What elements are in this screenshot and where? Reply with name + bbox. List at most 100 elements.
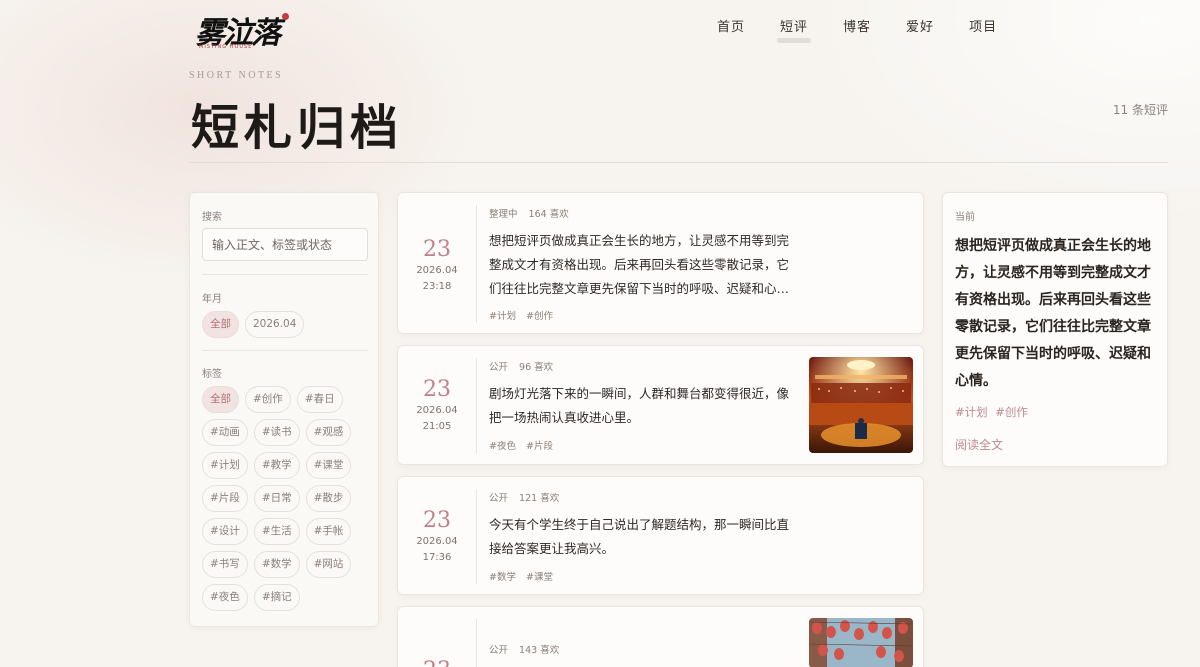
note-date: 23 bbox=[398, 659, 476, 667]
note-tag[interactable]: #创作 bbox=[526, 311, 553, 322]
tag-chip[interactable]: #春日 bbox=[296, 386, 343, 413]
search-input[interactable] bbox=[202, 228, 368, 261]
read-full-link[interactable]: 阅读全文 bbox=[955, 436, 1003, 453]
note-time: 23:18 bbox=[422, 281, 452, 292]
year-chip-all[interactable]: 全部 bbox=[202, 311, 239, 338]
page-title: 短札归档 bbox=[191, 100, 404, 156]
tag-chip[interactable]: #散步 bbox=[305, 485, 352, 512]
note-meta: 公开 121 喜欢 bbox=[489, 490, 567, 504]
page-eyebrow: SHORT NOTES bbox=[189, 70, 284, 81]
street-photo-image bbox=[809, 618, 913, 667]
note-date: 23 2026.04 23:18 bbox=[398, 237, 476, 293]
note-tags: #计划 #创作 bbox=[489, 308, 560, 322]
current-label: 当前 bbox=[955, 212, 975, 223]
tag-chip[interactable]: #设计 bbox=[202, 518, 248, 545]
note-likes: 164 喜欢 bbox=[528, 209, 569, 220]
year-label: 年月 bbox=[202, 294, 222, 305]
note-date: 23 2026.04 21:05 bbox=[398, 377, 476, 433]
note-tag[interactable]: #数学 bbox=[489, 572, 516, 583]
site-header: 雾泣落 MISTING HOUSE 首页 短评 博客 爱好 项目 bbox=[189, 0, 1168, 52]
tag-chip[interactable]: #教学 bbox=[253, 452, 300, 479]
main-nav: 首页 短评 博客 爱好 项目 bbox=[717, 16, 1032, 43]
note-text: 今天有个学生终于自己说出了解题结构，那一瞬间比直接给答案更让我高兴。 bbox=[489, 517, 790, 556]
current-tag[interactable]: #计划 bbox=[955, 405, 988, 419]
notes-count: 11 条短评 bbox=[1112, 103, 1168, 117]
note-date: 23 2026.04 17:36 bbox=[398, 508, 476, 564]
nav-blog[interactable]: 博客 bbox=[843, 16, 871, 43]
note-card[interactable]: 23 2026.04 21:05 公开 96 喜欢 剧场灯光落下来的一瞬间，人群… bbox=[397, 345, 924, 465]
site-logo[interactable]: 雾泣落 MISTING HOUSE bbox=[189, 6, 304, 52]
tag-chip[interactable]: #创作 bbox=[245, 386, 291, 413]
tag-chip[interactable]: #读书 bbox=[253, 419, 300, 446]
note-card[interactable]: 23 2026.04 23:18 整理中 164 喜欢 想把短评页做成真正会生长… bbox=[397, 192, 924, 334]
tag-chip[interactable]: #生活 bbox=[253, 518, 300, 545]
note-meta: 整理中 164 喜欢 bbox=[489, 206, 577, 220]
current-note-tags: #计划 #创作 bbox=[955, 404, 1032, 420]
street-photo[interactable] bbox=[809, 618, 913, 667]
tag-chip[interactable]: #计划 bbox=[202, 452, 248, 479]
note-tag[interactable]: #计划 bbox=[489, 311, 516, 322]
sidebar-divider bbox=[202, 274, 368, 275]
note-likes: 96 喜欢 bbox=[519, 362, 554, 373]
note-status: 公开 bbox=[489, 493, 509, 504]
sidebar-divider bbox=[202, 350, 368, 351]
note-text: 剧场灯光落下来的一瞬间，人群和舞台都变得很近，像把一场热闹认真收进心里。 bbox=[489, 386, 790, 425]
note-year-month: 2026.04 bbox=[416, 536, 458, 547]
tag-chip[interactable]: #课堂 bbox=[305, 452, 352, 479]
note-tags: #夜色 #片段 bbox=[489, 438, 560, 452]
current-tag[interactable]: #创作 bbox=[995, 405, 1028, 419]
card-divider bbox=[476, 205, 477, 323]
current-note-text: 想把短评页做成真正会生长的地方，让灵感不用等到完整成文才有资格出现。后来再回头看… bbox=[955, 238, 1151, 389]
note-tag[interactable]: #夜色 bbox=[489, 441, 516, 452]
year-filter: 全部 2026.04 bbox=[202, 311, 372, 344]
note-tag[interactable]: #片段 bbox=[526, 441, 553, 452]
tag-chip[interactable]: #动画 bbox=[202, 419, 248, 446]
note-meta: 公开 96 喜欢 bbox=[489, 359, 561, 373]
note-time: 17:36 bbox=[422, 552, 452, 563]
note-day: 23 bbox=[423, 377, 451, 402]
note-year-month: 2026.04 bbox=[416, 265, 458, 276]
card-divider bbox=[476, 619, 477, 667]
tag-chip[interactable]: #书写 bbox=[202, 551, 248, 578]
tag-chip[interactable]: #夜色 bbox=[202, 584, 248, 611]
note-tags: #数学 #课堂 bbox=[489, 569, 560, 583]
note-text: 想把短评页做成真正会生长的地方，让灵感不用等到完整成文才有资格出现。后来再回头看… bbox=[489, 233, 790, 296]
note-day: 23 bbox=[423, 508, 451, 533]
card-divider bbox=[476, 358, 477, 454]
logo-seal-icon bbox=[282, 13, 289, 20]
tag-filter: 全部 #创作 #春日 #动画 #读书 #观感 #计划 #教学 #课堂 #片段 #… bbox=[202, 386, 372, 617]
tag-chip[interactable]: #数学 bbox=[253, 551, 300, 578]
theater-photo-image bbox=[809, 357, 913, 453]
note-tag[interactable]: #课堂 bbox=[526, 572, 553, 583]
note-card[interactable]: 23 2026.04 17:36 公开 121 喜欢 今天有个学生终于自己说出了… bbox=[397, 476, 924, 595]
page-wrapper: 雾泣落 MISTING HOUSE 首页 短评 博客 爱好 项目 SHORT N… bbox=[189, 0, 1168, 667]
note-day: 23 bbox=[423, 237, 451, 262]
note-time: 21:05 bbox=[422, 421, 452, 432]
note-year-month: 2026.04 bbox=[416, 405, 458, 416]
nav-hobbies[interactable]: 爱好 bbox=[906, 16, 934, 43]
current-note-panel: 当前 想把短评页做成真正会生长的地方，让灵感不用等到完整成文才有资格出现。后来再… bbox=[942, 192, 1168, 467]
note-meta: 公开 143 喜欢 bbox=[489, 642, 567, 656]
note-status: 公开 bbox=[489, 362, 509, 373]
card-divider bbox=[476, 489, 477, 584]
note-day: 23 bbox=[398, 659, 476, 667]
year-chip-2026-04[interactable]: 2026.04 bbox=[245, 311, 305, 338]
nav-projects[interactable]: 项目 bbox=[969, 16, 997, 43]
tag-chip[interactable]: #网站 bbox=[305, 551, 352, 578]
tag-chip[interactable]: 全部 bbox=[202, 386, 239, 413]
tag-chip[interactable]: #片段 bbox=[202, 485, 248, 512]
note-likes: 143 喜欢 bbox=[519, 645, 560, 656]
tag-chip[interactable]: #摘记 bbox=[253, 584, 300, 611]
logo-subtitle: MISTING HOUSE bbox=[199, 44, 253, 50]
note-status: 整理中 bbox=[489, 209, 518, 220]
filter-sidebar: 搜索 年月 全部 2026.04 标签 全部 #创作 #春日 #动画 #读书 #… bbox=[189, 192, 379, 627]
tag-chip[interactable]: #观感 bbox=[305, 419, 352, 446]
tag-chip[interactable]: #日常 bbox=[253, 485, 300, 512]
tag-chip[interactable]: #手帐 bbox=[305, 518, 352, 545]
title-divider bbox=[189, 162, 1168, 163]
note-card[interactable]: 23 公开 143 喜欢 bbox=[397, 606, 924, 667]
note-status: 公开 bbox=[489, 645, 509, 656]
theater-photo[interactable] bbox=[809, 357, 913, 453]
nav-home[interactable]: 首页 bbox=[717, 16, 745, 43]
nav-short-notes[interactable]: 短评 bbox=[777, 16, 812, 43]
